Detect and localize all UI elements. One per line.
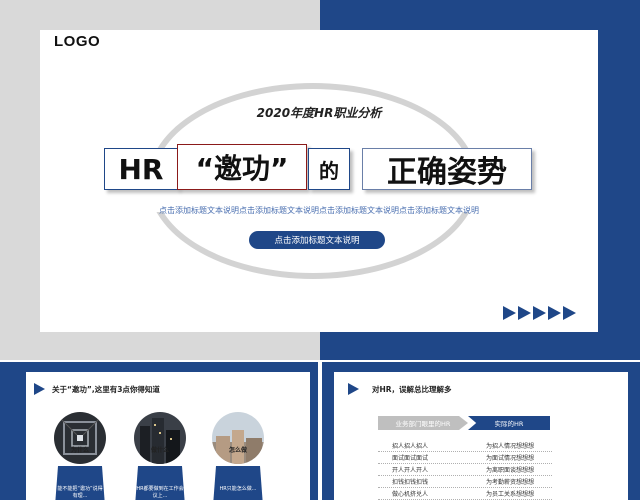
row-right: 为离职面谈想想想 (486, 467, 535, 474)
photo-city-night (134, 412, 186, 464)
column-header-business-view: 业务部门眼里的HR (378, 416, 468, 430)
row-right: 为面试情况想想想 (486, 455, 535, 462)
info-card-text-2: HR都要做到在工作会议上... (136, 486, 184, 499)
table-row: 面试面试面试 为面试情况想想想 (378, 452, 552, 464)
photo-buildings (212, 412, 264, 464)
section-arrow-icon (34, 383, 45, 395)
description-text: 点击添加标题文本说明点击添加标题文本说明点击添加标题文本说明点击添加标题文本说明 (159, 206, 479, 215)
row-left: 招人招人招人 (392, 443, 429, 450)
row-left: 做心机挤兑人 (392, 491, 429, 498)
title-quote: “邀功” (177, 144, 307, 190)
row-right: 为员工关系想想想 (486, 491, 535, 498)
title-hr: HR (104, 148, 178, 190)
title-de: 的 (308, 148, 350, 190)
table-row: 招人招人招人 为招人情况想想想 (378, 440, 552, 452)
logo: LOGO (54, 33, 101, 50)
info-card-text-3: HR只能怎么做... (219, 486, 257, 492)
title-main: 正确姿势 (362, 148, 532, 190)
table-row: 做心机挤兑人 为员工关系想想想 (378, 488, 552, 500)
arrow-right-icon (563, 306, 576, 320)
row-left: 扣钱扣钱扣钱 (392, 479, 429, 486)
row-right: 为考勤薪资想想想 (486, 479, 535, 486)
slide-subtitle: 2020年度HR职业分析 (256, 106, 382, 120)
slide-thumbnail-3[interactable]: 对HR，误解总比理解多 业务部门眼里的HR 实际的HR 招人招人招人 为招人情况… (334, 372, 628, 500)
arrow-right-icon (548, 306, 561, 320)
table-row: 扣钱扣钱扣钱 为考勤薪资想想想 (378, 476, 552, 488)
item-label-3: 怎么做 (228, 447, 247, 454)
row-left: 开人开人开人 (392, 467, 429, 474)
photo-tunnel (54, 412, 106, 464)
info-card-text-1: 能不能把“邀功”说得有理... (57, 486, 103, 499)
info-card-3 (213, 466, 263, 500)
table-row: 开人开人开人 为离职面谈想想想 (378, 464, 552, 476)
row-right: 为招人情况想想想 (486, 443, 535, 450)
item-label-1: 为什么 (70, 447, 89, 454)
slide2-heading: 关于“邀功”,这里有3点你得知道 (52, 385, 160, 394)
arrow-decoration (503, 306, 576, 320)
main-slide[interactable]: LOGO 2020年度HR职业分析 HR “邀功” 的 正确姿势 点击添加标题文… (40, 30, 598, 332)
arrow-right-icon (503, 306, 516, 320)
slide-thumbnail-2[interactable]: 关于“邀功”,这里有3点你得知道 为什么 做什么 怎么做 能不能把“邀功”说得有… (26, 372, 310, 500)
column-header-actual-hr: 实际的HR (468, 416, 550, 430)
slide3-heading: 对HR，误解总比理解多 (372, 385, 452, 394)
item-label-2: 做什么 (150, 447, 169, 454)
row-left: 面试面试面试 (392, 455, 429, 462)
section-arrow-icon (348, 383, 359, 395)
add-title-button[interactable]: 点击添加标题文本说明 (249, 231, 385, 249)
arrow-right-icon (518, 306, 531, 320)
arrow-right-icon (533, 306, 546, 320)
